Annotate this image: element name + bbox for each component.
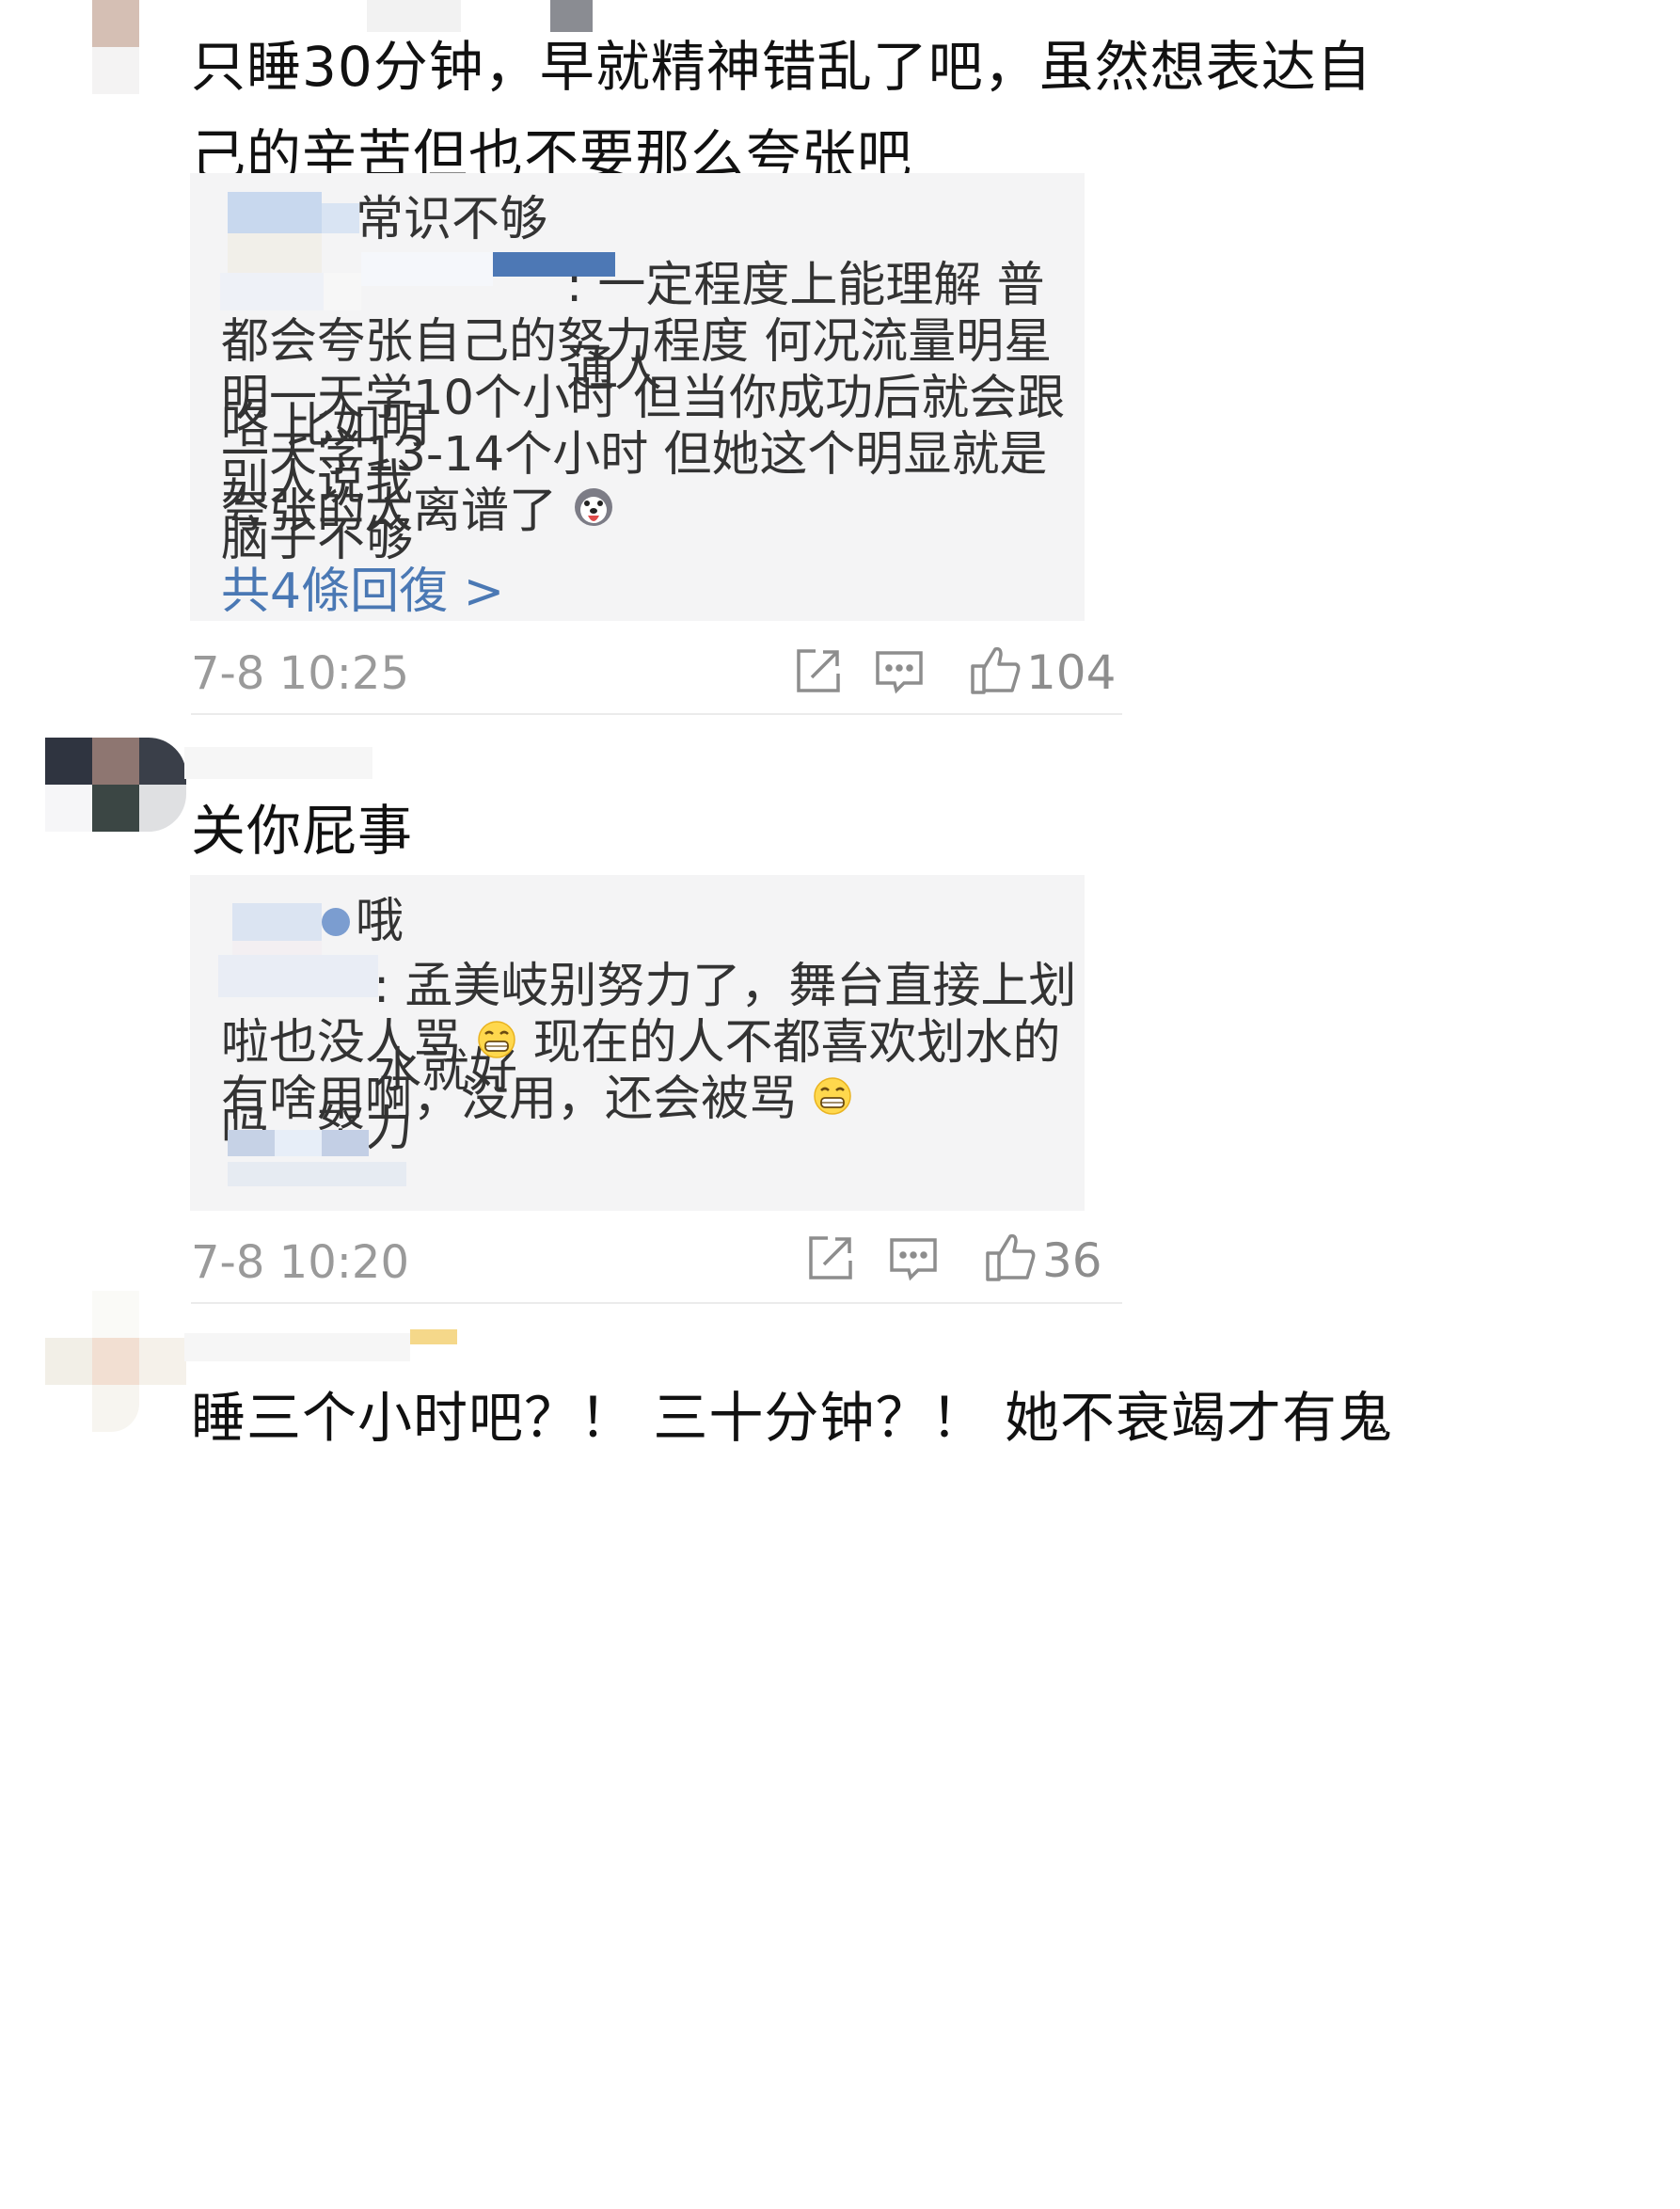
comment-text: 睡三个小时吧？！ 三十分钟？！ 她不衰竭才有鬼: [191, 1386, 1393, 1450]
reply-box[interactable]: 哦 : 孟美岐别努力了，舞台直接上划水就好 啦也没人骂 现在的人不都喜欢划水的吗…: [190, 875, 1085, 1211]
reply-box[interactable]: 常识不够 : 一定程度上能理解 普通人 都会夸张自己的努力程度 何况流量明星咯 …: [190, 173, 1085, 621]
username[interactable]: [184, 1322, 467, 1369]
comment-text: 关你屁事: [191, 799, 414, 863]
comment-time: 7-8 10:20: [191, 1236, 409, 1289]
comment-time: 7-8 10:25: [191, 647, 409, 700]
more-replies-link[interactable]: 共4條回復 >: [221, 551, 504, 622]
thumbs-up-icon[interactable]: [980, 1227, 1042, 1289]
avatar[interactable]: [45, 1291, 186, 1432]
divider: [191, 713, 1122, 715]
husky-emoji-icon: [572, 471, 615, 556]
share-icon[interactable]: [787, 640, 849, 702]
grin-emoji-icon: [812, 1059, 853, 1144]
divider: [191, 1302, 1122, 1304]
like-count: 36: [1042, 1233, 1102, 1288]
reply-username[interactable]: [218, 946, 378, 1002]
avatar[interactable]: [45, 738, 186, 832]
like-count: 104: [1026, 645, 1117, 700]
thumbs-up-icon[interactable]: [965, 640, 1027, 702]
comment-icon[interactable]: [882, 1227, 944, 1289]
avatar[interactable]: [92, 0, 139, 94]
username[interactable]: [184, 738, 372, 785]
more-replies-link[interactable]: [228, 1124, 416, 1190]
share-icon[interactable]: [800, 1227, 862, 1289]
reply-text: 夸张的太离谱了: [221, 469, 615, 556]
comment-icon[interactable]: [868, 640, 930, 702]
